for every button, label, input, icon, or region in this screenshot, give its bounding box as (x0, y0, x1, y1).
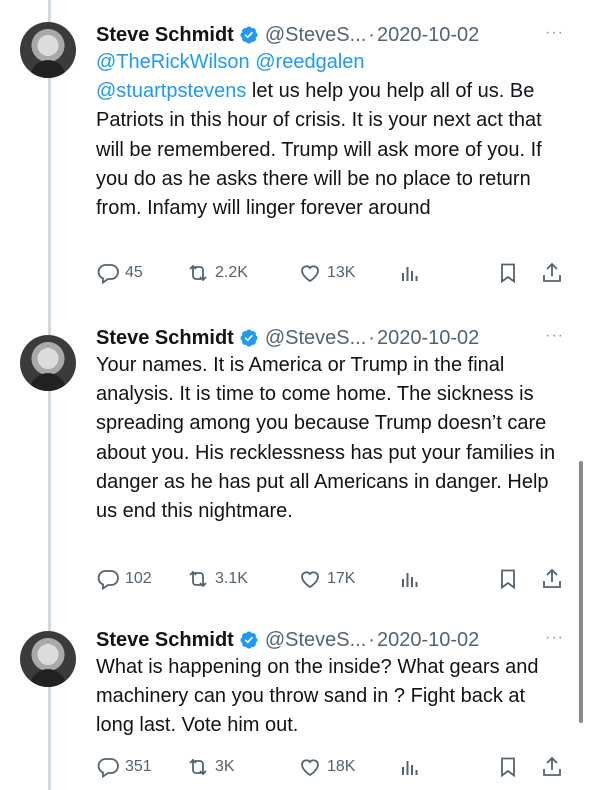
like-button[interactable]: 13K (298, 259, 355, 287)
tweet-actions: 102 3.1K 17K (96, 565, 576, 593)
bookmark-icon (501, 757, 515, 778)
retweet-count: 2.2K (215, 264, 248, 281)
retweet-icon (189, 570, 207, 588)
verified-badge-icon (240, 631, 258, 649)
retweet-button[interactable]: 3.1K (186, 565, 248, 593)
more-options-icon[interactable]: ··· (545, 629, 564, 647)
tweet-body: What is happening on the inside? What ge… (96, 656, 539, 737)
separator-dot: · (368, 23, 375, 46)
avatar[interactable] (20, 335, 76, 391)
like-button[interactable]: 18K (298, 753, 355, 781)
author-name[interactable]: Steve Schmidt (96, 24, 234, 47)
like-count: 17K (327, 570, 356, 587)
views-button[interactable] (398, 753, 427, 781)
author-handle[interactable]: @SteveS... (265, 629, 366, 652)
tweet-date[interactable]: 2020-10-02 (377, 24, 479, 47)
like-button[interactable]: 17K (298, 565, 355, 593)
separator-dot: · (368, 326, 375, 349)
views-button[interactable] (398, 259, 427, 287)
heart-icon (301, 265, 319, 283)
retweet-button[interactable]: 2.2K (186, 259, 248, 287)
reply-count: 351 (125, 758, 152, 775)
tweet-header: Steve Schmidt @SteveS... · 2020-10-02 ··… (96, 625, 576, 655)
retweet-button[interactable]: 3K (186, 753, 235, 781)
verified-badge-icon (240, 329, 258, 347)
reply-count: 45 (125, 264, 143, 281)
tweet-actions: 351 3K 18K (96, 753, 576, 781)
share-icon (543, 568, 561, 588)
bookmark-icon (501, 569, 515, 590)
heart-icon (301, 571, 319, 589)
tweet-header: Steve Schmidt @SteveS... · 2020-10-02 ··… (96, 323, 576, 353)
reply-button[interactable]: 102 (96, 565, 152, 593)
reply-count: 102 (125, 570, 152, 587)
tweet-date[interactable]: 2020-10-02 (377, 629, 479, 652)
views-icon (402, 761, 418, 775)
share-icon (543, 262, 561, 282)
views-icon (402, 573, 418, 587)
tweet-text: @TheRickWilson @reedgalen @stuartpsteven… (96, 48, 566, 223)
mention-link[interactable]: @reedgalen (255, 51, 364, 73)
reply-button[interactable]: 45 (96, 259, 143, 287)
mention-link[interactable]: @TheRickWilson (96, 51, 250, 73)
like-count: 18K (327, 758, 356, 775)
share-button[interactable] (540, 565, 569, 593)
heart-icon (301, 759, 319, 777)
reply-icon (97, 264, 119, 285)
tweet-actions: 45 2.2K 13K (96, 259, 576, 287)
bookmark-button[interactable] (496, 259, 525, 287)
views-button[interactable] (398, 565, 427, 593)
reply-icon (97, 758, 119, 779)
tweet-date[interactable]: 2020-10-02 (377, 327, 479, 350)
bookmark-button[interactable] (496, 565, 525, 593)
author-name[interactable]: Steve Schmidt (96, 629, 234, 652)
tweet-text: Your names. It is America or Trump in th… (96, 351, 566, 526)
tweet-header: Steve Schmidt @SteveS... · 2020-10-02 ··… (96, 20, 576, 50)
retweet-icon (189, 758, 207, 776)
more-options-icon[interactable]: ··· (545, 327, 564, 345)
scrollbar[interactable] (579, 461, 583, 723)
bookmark-button[interactable] (496, 753, 525, 781)
avatar[interactable] (20, 631, 76, 687)
share-icon (543, 756, 561, 776)
retweet-icon (189, 264, 207, 282)
author-name[interactable]: Steve Schmidt (96, 327, 234, 350)
views-icon (402, 267, 418, 281)
author-handle[interactable]: @SteveS... (265, 327, 366, 350)
avatar[interactable] (20, 22, 76, 78)
author-handle[interactable]: @SteveS... (265, 24, 366, 47)
retweet-count: 3K (215, 758, 235, 775)
retweet-count: 3.1K (215, 570, 248, 587)
tweet-text: What is happening on the inside? What ge… (96, 653, 566, 741)
bookmark-icon (501, 263, 515, 284)
tweet-body: Your names. It is America or Trump in th… (96, 354, 556, 523)
like-count: 13K (327, 264, 356, 281)
mention-link[interactable]: @stuartpstevens (96, 80, 246, 102)
separator-dot: · (368, 628, 375, 651)
share-button[interactable] (540, 259, 569, 287)
verified-badge-icon (240, 26, 258, 44)
reply-button[interactable]: 351 (96, 753, 152, 781)
share-button[interactable] (540, 753, 569, 781)
more-options-icon[interactable]: ··· (545, 24, 564, 42)
reply-icon (97, 570, 119, 591)
